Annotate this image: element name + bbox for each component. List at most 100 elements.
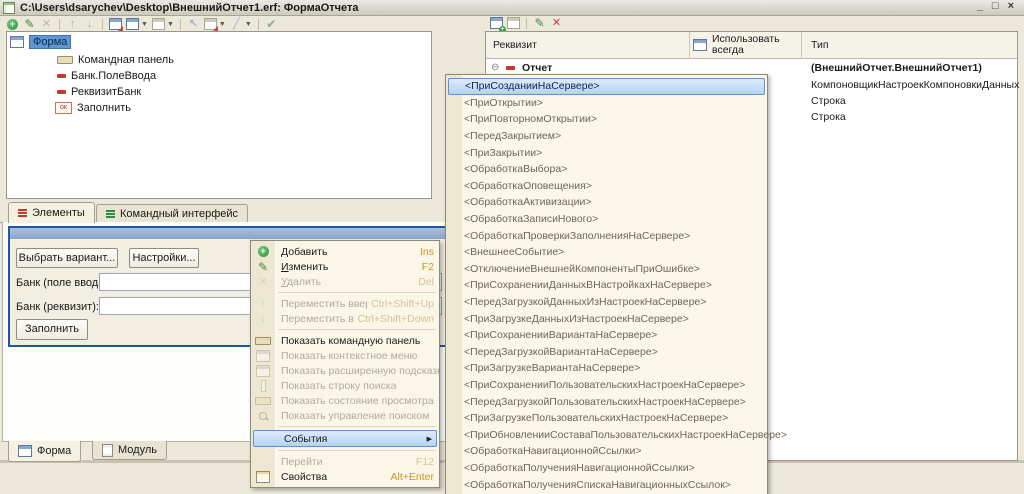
settings-button[interactable]: Настройки... bbox=[129, 248, 199, 268]
move-up-icon: ↑ bbox=[260, 297, 266, 310]
move-up-icon[interactable]: ↑ bbox=[66, 18, 79, 31]
tab-elements[interactable]: Элементы bbox=[8, 202, 95, 223]
tree-item-fill-button[interactable]: ок Заполнить bbox=[55, 101, 131, 115]
submenu-event-item[interactable]: <ПриЗагрузкеДанныхИзНастроекНаСервере> bbox=[446, 310, 767, 327]
tab-command-interface[interactable]: Командный интерфейс bbox=[96, 204, 249, 223]
menu-item-events[interactable]: События ▶ bbox=[253, 430, 437, 447]
menu-item-edit[interactable]: ✎ Изменить F2 bbox=[251, 259, 439, 274]
tree-item-label: Заполнить bbox=[77, 102, 132, 114]
tab-label: Элементы bbox=[32, 207, 85, 219]
submenu-event-item[interactable]: <ОбработкаОповещения> bbox=[446, 178, 767, 195]
submenu-event-item[interactable]: <ПередЗагрузкойВариантаНаСервере> bbox=[446, 344, 767, 361]
delete-icon[interactable]: ✕ bbox=[40, 18, 53, 31]
field-icon bbox=[57, 74, 66, 78]
chevron-down-icon: ▼ bbox=[166, 20, 174, 28]
menu-item-goto[interactable]: Перейти F12 bbox=[251, 454, 439, 469]
choose-variant-button[interactable]: Выбрать вариант... bbox=[16, 248, 118, 268]
tree-item-label: Банк.ПолеВвода bbox=[71, 70, 157, 82]
submenu-event-item[interactable]: <ОбработкаВыбора> bbox=[446, 161, 767, 178]
close-button[interactable]: × bbox=[1008, 0, 1014, 13]
submenu-event-item[interactable]: <ОбработкаЗаписиНового> bbox=[446, 211, 767, 228]
menu-item-show-search-control[interactable]: Показать управление поиском bbox=[251, 408, 439, 423]
use-always-icon bbox=[693, 39, 707, 51]
attribute-type: Строка bbox=[811, 95, 846, 107]
pointer-icon[interactable]: ↖ bbox=[187, 18, 200, 31]
edit-icon: ✎ bbox=[257, 259, 269, 274]
submenu-event-item[interactable]: <ОбработкаНавигационнойСсылки> bbox=[446, 443, 767, 460]
add-icon[interactable]: + bbox=[6, 18, 19, 31]
placement-dropdown-icon[interactable] bbox=[203, 18, 218, 31]
dialog-mode-dropdown-icon[interactable] bbox=[126, 18, 139, 31]
submenu-event-item[interactable]: <ПриЗагрузкеВариантаНаСервере> bbox=[446, 360, 767, 377]
menu-item-show-view-status[interactable]: Показать состояние просмотра bbox=[251, 393, 439, 408]
window-title: C:\Users\dsarychev\Desktop\ВнешнийОтчет1… bbox=[20, 1, 359, 14]
tree-item-bank-input[interactable]: Банк.ПолеВвода bbox=[57, 69, 156, 83]
menu-separator bbox=[278, 426, 436, 427]
delete-attribute-icon[interactable]: ✕ bbox=[550, 17, 563, 30]
fill-button[interactable]: Заполнить bbox=[16, 319, 88, 340]
check-icon[interactable]: ✔ bbox=[265, 17, 278, 31]
menu-item-properties[interactable]: Свойства Alt+Enter bbox=[251, 469, 439, 484]
submenu-event-item[interactable]: <ОтключениеВнешнейКомпонентыПриОшибке> bbox=[446, 261, 767, 278]
collapse-icon[interactable]: ⊖ bbox=[491, 63, 499, 73]
column-use-always[interactable]: Использовать всегда bbox=[712, 34, 792, 56]
minimize-button[interactable]: _ bbox=[977, 0, 983, 13]
menu-item-show-search-string[interactable]: Показать строку поиска bbox=[251, 378, 439, 393]
command-bar-icon bbox=[255, 336, 271, 345]
module-doc-icon bbox=[102, 443, 113, 457]
form-preview-header bbox=[10, 228, 462, 239]
submenu-event-item[interactable]: <ВнешнееСобытие> bbox=[446, 244, 767, 261]
tree-item-form[interactable]: Форма bbox=[10, 35, 72, 49]
bank-attribute-field-label: Банк (реквизит): bbox=[16, 301, 99, 313]
menu-item-show-command-bar[interactable]: Показать командную панель bbox=[251, 333, 439, 348]
submenu-event-item[interactable]: <ОбработкаПолученияНавигационнойСсылки> bbox=[446, 460, 767, 477]
form-window-icon[interactable] bbox=[109, 18, 123, 31]
menu-separator bbox=[278, 292, 436, 293]
menu-item-delete[interactable]: ✕ Удалить Del bbox=[251, 274, 439, 289]
tab-module[interactable]: Модуль bbox=[92, 441, 167, 460]
add-attribute-icon[interactable]: + bbox=[490, 17, 506, 33]
tooltip-icon bbox=[256, 364, 270, 377]
move-down-icon[interactable]: ↓ bbox=[83, 18, 96, 31]
tree-item-command-bar[interactable]: Командная панель bbox=[57, 53, 174, 67]
bank-input-field-label: Банк (поле ввода): bbox=[16, 277, 112, 289]
column-type[interactable]: Тип bbox=[811, 39, 829, 51]
edit-icon[interactable]: ✎ bbox=[23, 17, 36, 31]
maximize-button[interactable]: □ bbox=[992, 0, 999, 13]
submenu-event-item[interactable]: <ПередЗагрузкойПользовательскихНастроекН… bbox=[446, 393, 767, 410]
submenu-event-item[interactable]: <ОбработкаАктивизации> bbox=[446, 194, 767, 211]
column-attribute[interactable]: Реквизит bbox=[493, 39, 537, 51]
add-column-icon[interactable] bbox=[507, 17, 520, 30]
submenu-event-item[interactable]: <ПриОбновленииСоставаПользовательскихНас… bbox=[446, 426, 787, 443]
menu-item-add[interactable]: + Добавить Ins bbox=[251, 244, 439, 259]
tree-item-bank-attribute[interactable]: РеквизитБанк bbox=[57, 85, 141, 99]
menu-item-show-context-menu[interactable]: Показать контекстное меню bbox=[251, 348, 439, 363]
designer-tabstrip: Элементы Командный интерфейс bbox=[0, 200, 472, 223]
tree-item-label: Форма bbox=[29, 35, 72, 49]
submenu-event-item[interactable]: <ПриЗакрытии> bbox=[446, 144, 767, 161]
elements-list-icon bbox=[18, 209, 27, 217]
submenu-event-item[interactable]: <ПриСозданииНаСервере> bbox=[448, 78, 765, 95]
submenu-event-item[interactable]: <ПередЗагрузкойДанныхИзНастроекНаСервере… bbox=[446, 294, 767, 311]
submenu-event-item[interactable]: <ОбработкаПроверкиЗаполненияНаСервере> bbox=[446, 227, 767, 244]
edit-attribute-icon[interactable]: ✎ bbox=[533, 16, 546, 30]
search-string-icon bbox=[260, 379, 266, 392]
submenu-event-item[interactable]: <ПриСохраненииПользовательскихНастроекНа… bbox=[446, 377, 767, 394]
tab-form[interactable]: Форма bbox=[8, 441, 82, 462]
submenu-event-item[interactable]: <ПриОткрытии> bbox=[446, 95, 767, 112]
submenu-event-item[interactable]: <ОбработкаПолученияСпискаНавигационныхСс… bbox=[446, 476, 767, 493]
grid-header: Реквизит Использовать всегда Тип bbox=[486, 32, 1017, 59]
menu-item-move-down[interactable]: ↓ Переместить вниз Ctrl+Shift+Down bbox=[251, 311, 439, 326]
submenu-event-item[interactable]: <ПриЗагрузкеПользовательскихНастроекНаСе… bbox=[446, 410, 767, 427]
menu-item-move-up[interactable]: ↑ Переместить вверх Ctrl+Shift+Up bbox=[251, 296, 439, 311]
submenu-event-item[interactable]: <ПриСохраненииВариантаНаСервере> bbox=[446, 327, 767, 344]
panel-mode-dropdown-icon[interactable] bbox=[151, 18, 165, 31]
submenu-event-item[interactable]: <ПриПовторномОткрытии> bbox=[446, 111, 767, 128]
submenu-event-item[interactable]: <ПередЗакрытием> bbox=[446, 128, 767, 145]
report-file-icon bbox=[3, 1, 15, 14]
chevron-down-icon: ▼ bbox=[141, 20, 148, 28]
submenu-event-item[interactable]: <ПриСохраненииДанныхВНастройкахНаСервере… bbox=[446, 277, 767, 294]
line-dropdown-icon[interactable]: ╱ bbox=[230, 18, 243, 31]
designer-window: C:\Users\dsarychev\Desktop\ВнешнийОтчет1… bbox=[0, 0, 1024, 494]
menu-item-show-extended-tooltip[interactable]: Показать расширенную подсказку bbox=[251, 363, 439, 378]
